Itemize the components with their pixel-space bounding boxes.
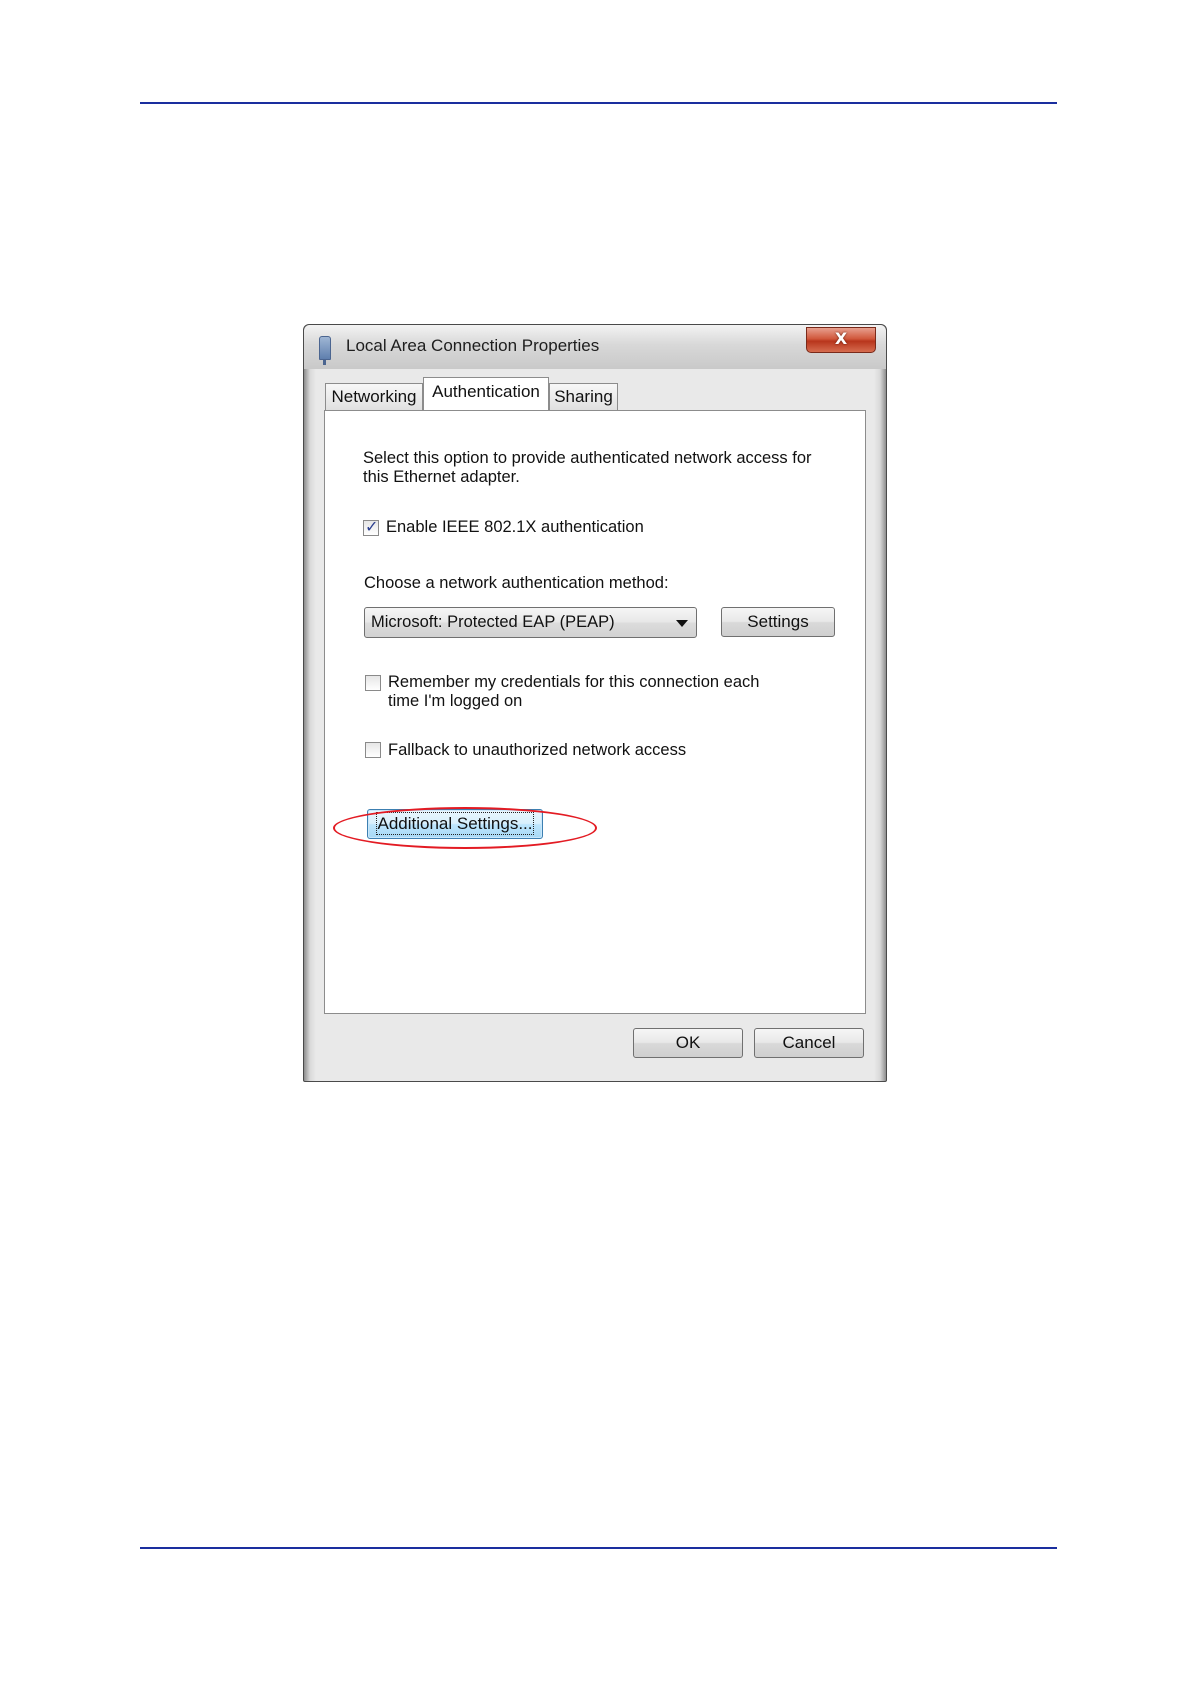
tab-authentication[interactable]: Authentication: [423, 377, 549, 410]
chevron-down-icon: [676, 620, 688, 627]
authentication-panel: Select this option to provide authentica…: [324, 410, 866, 1014]
description-text: Select this option to provide authentica…: [363, 449, 812, 467]
description-text-line2: this Ethernet adapter.: [363, 468, 520, 486]
footer-rule: [140, 1547, 1057, 1549]
selected-method: Microsoft: Protected EAP (PEAP): [371, 613, 615, 631]
authentication-method-select[interactable]: Microsoft: Protected EAP (PEAP): [364, 607, 697, 638]
remember-credentials-label-line2: time I'm logged on: [388, 692, 523, 710]
fallback-label: Fallback to unauthorized network access: [388, 741, 687, 759]
close-button[interactable]: X: [806, 327, 876, 353]
properties-dialog: Local Area Connection Properties X Netwo…: [303, 324, 887, 1082]
cancel-button[interactable]: Cancel: [754, 1028, 864, 1058]
window-title: Local Area Connection Properties: [346, 336, 600, 355]
header-rule: [140, 102, 1057, 104]
remember-credentials-label: Remember my credentials for this connect…: [388, 673, 760, 691]
additional-settings-button[interactable]: Additional Settings...: [367, 809, 543, 839]
title-bar[interactable]: Local Area Connection Properties X: [304, 325, 886, 369]
settings-button[interactable]: Settings: [721, 607, 835, 637]
tab-sharing[interactable]: Sharing: [549, 383, 618, 410]
method-label: Choose a network authentication method:: [364, 574, 669, 592]
ok-button[interactable]: OK: [633, 1028, 743, 1058]
enable-ieee-label: Enable IEEE 802.1X authentication: [386, 518, 644, 536]
fallback-checkbox[interactable]: [365, 742, 381, 758]
network-adapter-icon: [319, 336, 331, 365]
enable-ieee-checkbox[interactable]: [363, 517, 379, 536]
additional-settings-label: Additional Settings...: [375, 812, 535, 835]
remember-credentials-checkbox[interactable]: [365, 675, 381, 691]
tab-networking[interactable]: Networking: [325, 383, 423, 410]
